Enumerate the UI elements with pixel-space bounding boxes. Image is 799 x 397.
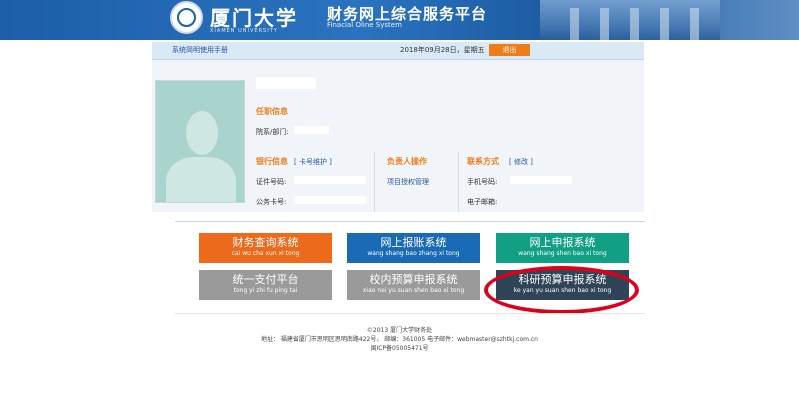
avatar [155, 80, 245, 203]
project-auth-link[interactable]: 项目授权管理 [387, 177, 429, 187]
online-reimbursement-button[interactable]: 网上报账系统 wang shang bao zhang xi tong [347, 233, 480, 263]
department-label: 院系/部门: [256, 128, 289, 136]
button-pinyin: wang shang bao zhang xi tong [367, 250, 460, 257]
button-pinyin: cai wu cha xun xi tong [231, 250, 300, 257]
logout-button[interactable]: 退出 [489, 44, 530, 56]
button-label: 校内预算申报系统 [369, 273, 458, 286]
principal-heading: 负责人操作 [387, 157, 427, 166]
user-manual-link[interactable]: 系统简明使用手册 [172, 45, 228, 55]
university-name-en: XIAMEN UNIVERSITY [210, 28, 278, 34]
footer-icp: 闽ICP备05005471号 [370, 345, 429, 352]
platform-subtitle: Finacial Oline System [327, 21, 402, 29]
section-divider [175, 221, 645, 222]
university-name-cn: 厦门大学 [210, 6, 298, 30]
user-profile-panel: 任职信息 院系/部门: 银行信息 [ 卡号维护 ] 证件号码: 公务卡号: 负责… [152, 60, 644, 212]
phone-label: 手机号码: [467, 178, 498, 186]
user-name-redacted [256, 77, 316, 89]
card-maintain-link[interactable]: [ 卡号维护 ] [294, 157, 332, 167]
column-divider [458, 152, 459, 212]
campus-building-image [540, 0, 720, 40]
column-divider [374, 152, 375, 212]
card-number-label: 公务卡号: [256, 198, 287, 206]
footer-divider [175, 313, 645, 314]
email-label: 电子邮箱: [467, 198, 498, 206]
button-pinyin: ke yan yu suan shen bao xi tong [513, 287, 612, 294]
id-number-redacted [294, 176, 366, 184]
bank-info-heading: 银行信息 [256, 157, 288, 166]
phone-redacted [510, 176, 572, 184]
button-label: 网上申报系统 [529, 236, 596, 249]
button-label: 统一支付平台 [232, 273, 299, 286]
button-label: 网上报账系统 [380, 236, 447, 249]
current-date: 2018年09月28日，星期五 [400, 46, 485, 54]
button-label: 财务查询系统 [232, 236, 299, 249]
footer-copyright: ©2013 厦门大学财务处 [366, 327, 433, 334]
header-banner: 厦门大学 XIAMEN UNIVERSITY 财务网上综合服务平台 Finaci… [0, 0, 799, 40]
contact-heading: 联系方式 [467, 157, 499, 166]
id-number-label: 证件号码: [256, 178, 287, 186]
finance-query-button[interactable]: 财务查询系统 cai wu cha xun xi tong [199, 233, 332, 263]
online-declaration-button[interactable]: 网上申报系统 wang shang shen bao xi tong [496, 233, 629, 263]
button-label: 科研预算申报系统 [518, 273, 607, 286]
university-logo: 厦门大学 XIAMEN UNIVERSITY [168, 0, 308, 40]
university-seal-icon [170, 1, 203, 34]
button-pinyin: wang shang shen bao xi tong [518, 250, 607, 257]
job-info-heading: 任职信息 [256, 107, 288, 116]
button-pinyin: xiao nei yu suan shen bao xi tong [362, 287, 465, 294]
department-value-redacted [294, 126, 329, 134]
edit-contact-link[interactable]: [ 修改 ] [509, 157, 533, 167]
card-number-redacted [294, 196, 366, 204]
footer-address: 地址： 福建省厦门市思明区思明南路422号， 邮编：361005 电子邮件：we… [261, 336, 538, 343]
research-budget-button[interactable]: 科研预算申报系统 ke yan yu suan shen bao xi tong [496, 270, 629, 300]
button-pinyin: tong yi zhi fu ping tai [233, 287, 298, 294]
top-navbar: 系统简明使用手册 2018年09月28日，星期五 退出 [152, 42, 644, 60]
campus-budget-button[interactable]: 校内预算申报系统 xiao nei yu suan shen bao xi to… [347, 270, 480, 300]
unified-payment-button[interactable]: 统一支付平台 tong yi zhi fu ping tai [199, 270, 332, 300]
